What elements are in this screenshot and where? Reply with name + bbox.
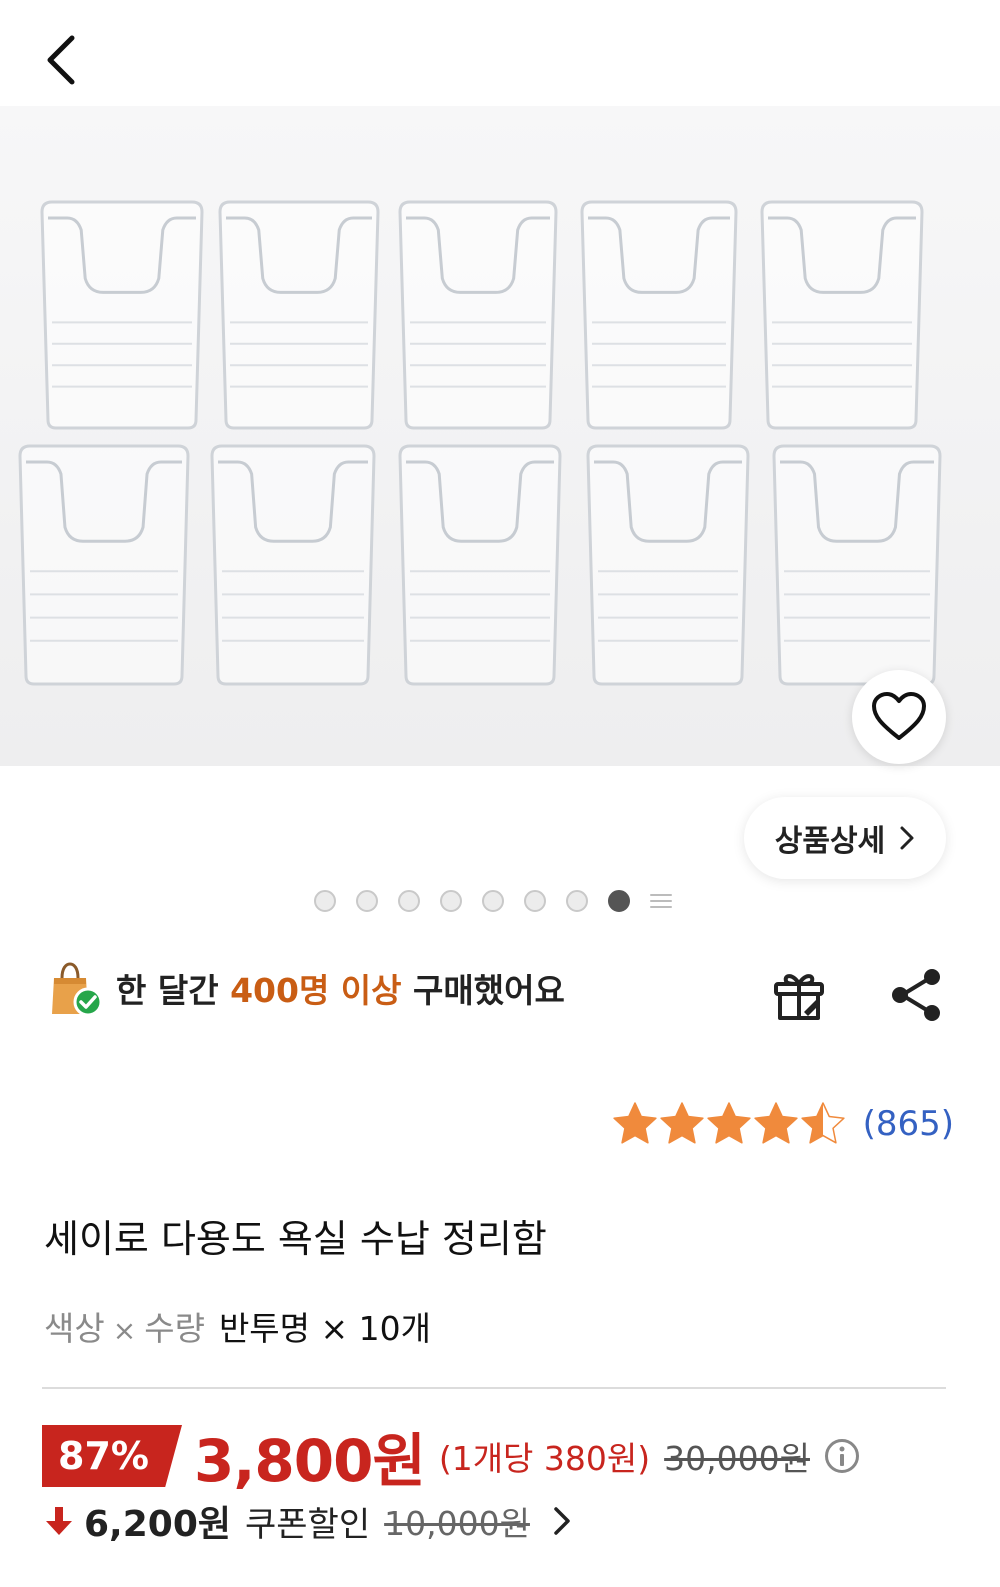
- option-label-color: 색상: [44, 1309, 105, 1348]
- price-row: 87% 3,800원 (1개당 380원) 30,000원: [42, 1414, 860, 1498]
- product-image-gallery[interactable]: [0, 106, 1000, 766]
- chevron-right-icon: [554, 1507, 570, 1535]
- coupon-original-price: 10,000원: [384, 1504, 530, 1543]
- product-detail-button[interactable]: 상품상세: [744, 797, 946, 879]
- product-title: 세이로 다용도 욕실 수납 정리함: [44, 1217, 547, 1261]
- share-button[interactable]: [886, 964, 948, 1026]
- storage-bin: [760, 200, 924, 430]
- gift-icon: [774, 974, 824, 1020]
- rating[interactable]: (865): [612, 1100, 954, 1148]
- image-pagination[interactable]: [314, 890, 672, 912]
- share-icon: [892, 969, 940, 1021]
- product-image: [0, 106, 1000, 766]
- pagination-dot-active[interactable]: [608, 890, 630, 912]
- rating-stars: [612, 1102, 845, 1144]
- selected-options[interactable]: 색상 × 수량 반투명 × 10개: [44, 1302, 431, 1350]
- purchase-count-text: 한 달간 400명 이상 구매했어요: [116, 964, 565, 1012]
- purchase-highlight: 400명 이상: [230, 971, 402, 1010]
- star-icon: [706, 1102, 751, 1144]
- chevron-left-icon: [47, 35, 75, 85]
- storage-bin: [580, 200, 738, 430]
- storage-bin: [40, 200, 204, 430]
- heart-icon: [872, 692, 926, 740]
- discount-badge: 87%: [42, 1425, 182, 1487]
- option-value: 반투명 × 10개: [218, 1309, 431, 1348]
- divider: [42, 1387, 946, 1389]
- purchase-suffix: 구매했어요: [401, 971, 565, 1010]
- star-icon: [753, 1102, 798, 1144]
- coupon-row[interactable]: 6,200원 쿠폰할인 10,000원: [44, 1495, 574, 1547]
- product-detail-label: 상품상세: [774, 824, 886, 859]
- star-icon: [800, 1102, 845, 1144]
- review-count[interactable]: (865): [863, 1104, 954, 1144]
- purchase-prefix: 한 달간: [116, 971, 231, 1010]
- chevron-right-icon: [900, 826, 914, 850]
- option-separator: ×: [112, 1314, 137, 1347]
- unit-price: (1개당 380원): [438, 1439, 651, 1478]
- original-price: 30,000원: [664, 1439, 810, 1478]
- storage-bin: [586, 444, 750, 686]
- pagination-dot[interactable]: [482, 890, 504, 912]
- pagination-dot[interactable]: [314, 890, 336, 912]
- gift-button[interactable]: [768, 964, 830, 1026]
- star-icon: [659, 1102, 704, 1144]
- storage-bin: [398, 200, 558, 430]
- storage-bin: [398, 444, 562, 686]
- wishlist-button[interactable]: [852, 670, 946, 764]
- pagination-dot[interactable]: [398, 890, 420, 912]
- sale-price: 3,800원: [194, 1427, 426, 1495]
- storage-bin: [210, 444, 376, 686]
- more-icon[interactable]: [650, 890, 672, 912]
- info-icon[interactable]: [824, 1438, 860, 1474]
- pagination-dot[interactable]: [524, 890, 546, 912]
- purchase-count-banner: 한 달간 400명 이상 구매했어요: [44, 958, 565, 1018]
- storage-bin: [772, 444, 942, 686]
- pagination-dot[interactable]: [566, 890, 588, 912]
- pagination-dot[interactable]: [356, 890, 378, 912]
- option-label-quantity: 수량: [144, 1309, 205, 1348]
- coupon-label: 쿠폰할인: [245, 1504, 371, 1545]
- coupon-amount: 6,200원: [84, 1504, 231, 1545]
- shopping-bag-check-icon: [52, 962, 102, 1017]
- storage-bin: [18, 444, 190, 686]
- arrow-down-icon: [46, 1507, 72, 1535]
- star-icon: [612, 1102, 657, 1144]
- pagination-dot[interactable]: [440, 890, 462, 912]
- back-button[interactable]: [36, 28, 92, 92]
- storage-bin: [218, 200, 380, 430]
